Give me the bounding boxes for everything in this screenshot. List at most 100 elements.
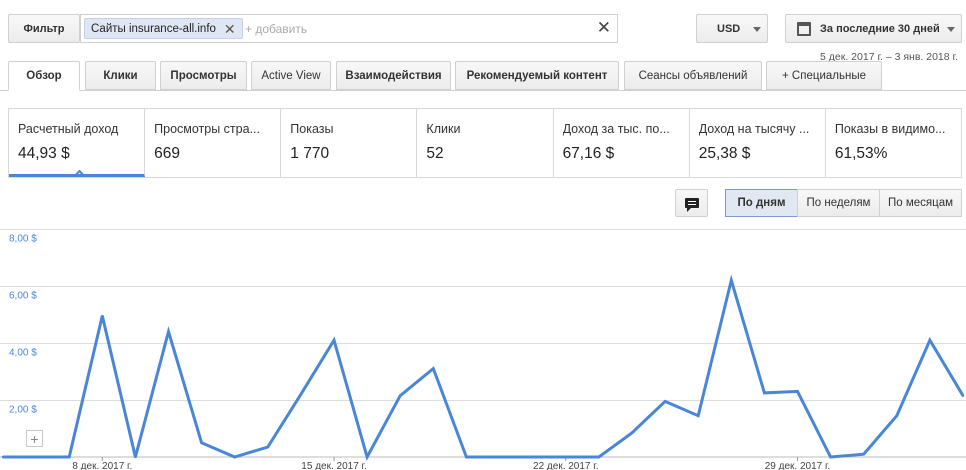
data-point[interactable] (266, 445, 270, 449)
data-point[interactable] (564, 455, 567, 459)
metric-card-clicks[interactable]: Клики 52 (417, 109, 554, 177)
data-point[interactable] (630, 431, 634, 434)
metric-label: Показы (290, 122, 334, 136)
filter-button[interactable]: Фильтр (8, 14, 80, 43)
metric-card-page-rpm[interactable]: Доход за тыс. по... 67,16 $ (554, 109, 690, 177)
tab-label: Взаимодействия (345, 69, 442, 82)
metric-label: Просмотры стра... (154, 122, 260, 136)
data-point[interactable] (1, 455, 5, 459)
data-point[interactable] (332, 338, 336, 342)
data-point[interactable] (465, 455, 468, 459)
data-point[interactable] (34, 455, 38, 459)
metric-value: 669 (154, 145, 181, 162)
tab-overview[interactable]: Обзор (8, 61, 80, 91)
granularity-by-day[interactable]: По дням (725, 189, 798, 217)
metric-card-pageviews[interactable]: Просмотры стра... 669 (145, 109, 282, 177)
currency-value: USD (717, 22, 741, 35)
calendar-icon (797, 22, 811, 36)
data-point[interactable] (895, 414, 898, 417)
granularity-label: По дням (737, 197, 786, 209)
plus-icon[interactable]: + (26, 430, 43, 447)
metric-card-impression-rpm[interactable]: Доход на тысячу ... 25,38 $ (690, 109, 826, 177)
tab-label: + Специальные (782, 69, 866, 82)
granularity-by-month[interactable]: По месяцам (879, 189, 962, 217)
metric-value: 61,53% (834, 145, 888, 162)
metric-cards: Расчетный доход 44,93 $ Просмотры стра..… (8, 108, 962, 178)
data-point[interactable] (829, 455, 832, 459)
tabs-divider (0, 90, 966, 91)
data-point[interactable] (796, 390, 799, 393)
filter-chip[interactable]: Сайты insurance-all.info ✕ (84, 18, 243, 39)
metric-value: 44,93 $ (18, 145, 70, 162)
data-point[interactable] (101, 314, 104, 318)
comment-icon (684, 198, 699, 212)
y-tick-label: 2,00 $ (9, 405, 37, 416)
metric-value: 67,16 $ (562, 145, 615, 162)
data-point[interactable] (299, 393, 303, 396)
metric-label: Доход за тыс. по... (562, 122, 670, 136)
data-point[interactable] (763, 391, 766, 395)
metric-card-viewability[interactable]: Показы в видимо... 61,53% (826, 109, 961, 177)
date-range-select[interactable]: За последние 30 дней (785, 14, 962, 43)
add-filter-input[interactable] (245, 22, 545, 36)
tab-label: Просмотры (170, 69, 237, 82)
data-point[interactable] (200, 441, 203, 444)
currency-select[interactable]: USD (696, 14, 768, 43)
metric-label: Расчетный доход (18, 122, 119, 136)
tab-interactions[interactable]: Взаимодействия (336, 61, 451, 90)
data-point[interactable] (365, 455, 369, 459)
granularity-by-week[interactable]: По неделям (797, 189, 880, 217)
y-tick-label: 4,00 $ (9, 348, 37, 359)
tab-label: Обзор (26, 70, 62, 82)
y-tick-label: 6,00 $ (9, 291, 37, 302)
metric-label: Показы в видимо... (834, 122, 946, 136)
x-tick-label: 22 дек. 2017 г. (533, 461, 598, 470)
clear-filter-icon[interactable]: ✕ (597, 19, 611, 36)
tab-active-view[interactable]: Active View (251, 61, 331, 90)
annotations-button[interactable] (675, 189, 708, 217)
tab-label: Сеансы объявлений (638, 69, 748, 82)
data-point[interactable] (696, 414, 700, 417)
x-tick-label: 15 дек. 2017 г. (301, 461, 366, 470)
filter-chip-label: Сайты insurance-all.info (91, 22, 216, 35)
tab-recommended-content[interactable]: Рекомендуемый контент (455, 61, 619, 90)
selected-indicator (73, 170, 85, 174)
data-point[interactable] (663, 400, 667, 403)
x-tick-label: 29 дек. 2017 г. (765, 461, 830, 470)
data-point[interactable] (961, 394, 965, 397)
remove-chip-icon[interactable]: ✕ (224, 22, 236, 36)
granularity-label: По неделям (806, 197, 871, 209)
data-point[interactable] (134, 455, 137, 459)
chevron-down-icon (947, 27, 955, 32)
metric-label: Доход на тысячу ... (698, 122, 810, 136)
tab-pageviews[interactable]: Просмотры (160, 61, 247, 90)
filter-box[interactable]: Сайты insurance-all.info ✕ ✕ (80, 14, 618, 43)
earnings-line-chart: 2,00 $ 4,00 $ 6,00 $ 8,00 $ 8 дек. 2017 г. 15… (0, 229, 966, 470)
filter-button-label: Фильтр (23, 22, 65, 35)
tab-custom[interactable]: + Специальные (766, 61, 882, 90)
metric-card-estimated-earnings[interactable]: Расчетный доход 44,93 $ (9, 109, 146, 177)
data-point[interactable] (498, 455, 501, 459)
data-point[interactable] (862, 452, 865, 456)
data-point[interactable] (399, 394, 402, 397)
data-point[interactable] (167, 330, 170, 333)
metric-value: 25,38 $ (698, 145, 751, 162)
date-preset-label: За последние 30 дней (820, 22, 940, 35)
data-point[interactable] (730, 279, 733, 282)
x-tick-label: 8 дек. 2017 г. (72, 461, 132, 470)
tab-ad-sessions[interactable]: Сеансы объявлений (624, 61, 762, 90)
metric-label: Клики (426, 122, 461, 136)
metric-card-impressions[interactable]: Показы 1 770 (281, 109, 418, 177)
tab-label: Клики (103, 69, 138, 82)
data-point[interactable] (432, 367, 435, 370)
granularity-label: По месяцам (887, 197, 954, 209)
metric-value: 1 770 (290, 145, 330, 162)
tab-label: Active View (261, 69, 321, 82)
tab-clicks[interactable]: Клики (85, 61, 156, 90)
data-point[interactable] (928, 338, 932, 342)
data-point[interactable] (233, 455, 236, 459)
data-point[interactable] (68, 455, 71, 459)
tab-label: Рекомендуемый контент (466, 69, 608, 82)
data-point[interactable] (531, 455, 534, 459)
data-point[interactable] (597, 455, 601, 459)
